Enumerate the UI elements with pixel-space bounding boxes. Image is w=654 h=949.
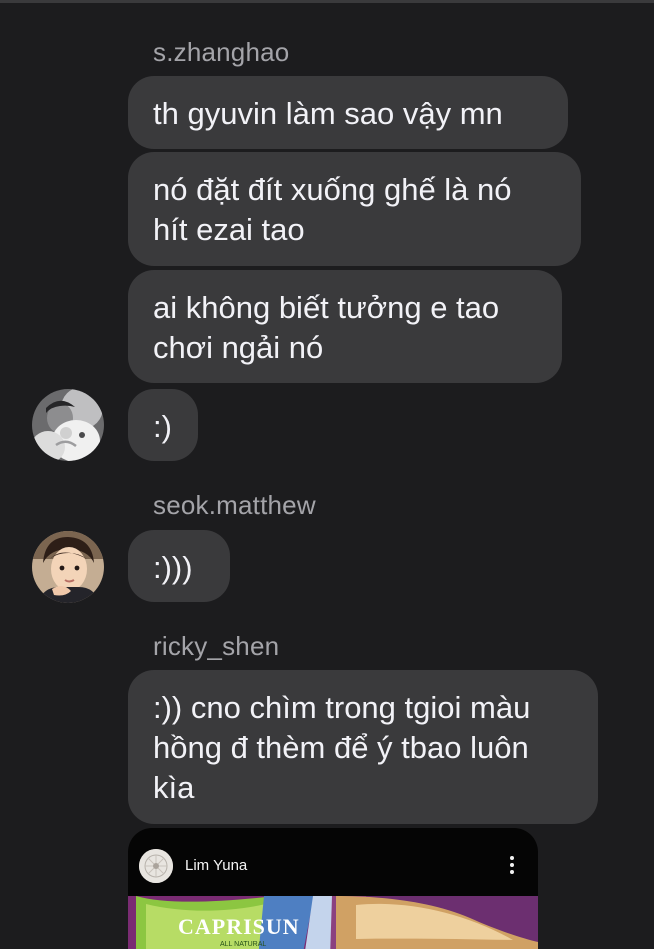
sender-name-seok-matthew[interactable]: seok.matthew bbox=[153, 490, 316, 520]
message-bubble[interactable]: ai không biết tưởng e tao chơi ngải nó bbox=[128, 270, 562, 383]
post-username[interactable]: Lim Yuna bbox=[185, 857, 247, 875]
avatar-photo-icon bbox=[32, 531, 104, 603]
message-bubble[interactable]: :))) bbox=[128, 530, 230, 602]
sender-name-s-zhanghao[interactable]: s.zhanghao bbox=[153, 37, 289, 67]
message-bubble[interactable]: th gyuvin làm sao vậy mn bbox=[128, 76, 568, 149]
top-divider bbox=[0, 0, 654, 3]
more-vertical-icon[interactable] bbox=[504, 854, 520, 880]
avatar-photo-icon bbox=[32, 389, 104, 461]
post-author-avatar[interactable] bbox=[139, 849, 173, 883]
post-image-brand-subtext: ALL NATURAL bbox=[220, 941, 266, 948]
avatar-s-zhanghao[interactable] bbox=[32, 389, 104, 461]
sender-name-ricky-shen[interactable]: ricky_shen bbox=[153, 631, 279, 661]
avatar-seok-matthew[interactable] bbox=[32, 531, 104, 603]
message-bubble[interactable]: :)) cno chìm trong tgioi màu hồng đ thèm… bbox=[128, 670, 598, 824]
post-image-brand-text: CAPRISUN bbox=[178, 914, 300, 939]
dandelion-icon bbox=[139, 849, 173, 883]
message-bubble[interactable]: nó đặt đít xuống ghế là nó hít ezai tao bbox=[128, 152, 581, 266]
chat-screen: s.zhanghao th gyuvin làm sao vậy mn nó đ… bbox=[0, 0, 654, 949]
shared-post-card[interactable]: Lim Yuna CAPRISUN ALL NATURAL bbox=[128, 828, 538, 949]
capri-sun-photo: CAPRISUN ALL NATURAL bbox=[128, 896, 538, 949]
post-image[interactable]: CAPRISUN ALL NATURAL bbox=[128, 896, 538, 949]
message-bubble[interactable]: :) bbox=[128, 389, 198, 461]
